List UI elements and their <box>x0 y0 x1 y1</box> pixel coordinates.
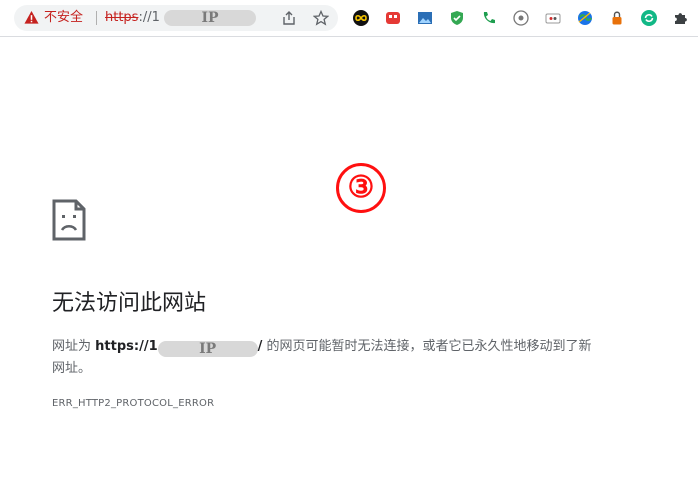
browser-toolbar: 不安全 https://1 IP <box>0 0 698 37</box>
share-icon[interactable] <box>281 10 297 26</box>
url-scheme: https <box>105 10 139 25</box>
message-line2: 网址。 <box>52 361 92 376</box>
error-url: https://1 IP / <box>95 339 262 357</box>
warning-triangle-icon[interactable] <box>24 10 39 25</box>
card-icon[interactable] <box>545 10 561 26</box>
error-title: 无法访问此网站 <box>52 291 207 316</box>
star-icon[interactable] <box>313 10 329 26</box>
sad-document-icon <box>52 199 86 241</box>
annotation-number: ③ <box>336 163 386 213</box>
address-bar[interactable]: 不安全 https://1 IP <box>14 5 338 31</box>
phone-icon[interactable] <box>481 10 497 26</box>
infinity-icon[interactable] <box>353 10 369 26</box>
shield-icon[interactable] <box>449 10 465 26</box>
ip-redaction: IP <box>157 341 258 357</box>
ip-redaction: IP <box>164 10 256 26</box>
url-text[interactable]: https://1 <box>105 9 160 27</box>
image-extension-icon[interactable] <box>417 10 433 26</box>
puzzle-icon[interactable] <box>673 10 689 26</box>
message-line1-rest: 的网页可能暂时无法连接，或者它已永久性地移动到了新 <box>262 339 592 354</box>
lock-icon[interactable] <box>609 10 625 26</box>
globe-icon[interactable] <box>577 10 593 26</box>
settings-icon[interactable] <box>513 10 529 26</box>
not-secure-label[interactable]: 不安全 <box>44 9 83 27</box>
refresh-icon[interactable] <box>641 10 657 26</box>
omnibox-separator <box>96 11 97 25</box>
error-url-prefix: https://1 <box>95 339 158 354</box>
error-message: 网址为 https://1 IP / 的网页可能暂时无法连接，或者它已永久性地移动到… <box>52 336 662 380</box>
url-host: ://1 <box>138 10 160 25</box>
error-code: ERR_HTTP2_PROTOCOL_ERROR <box>52 398 215 409</box>
message-prefix: 网址为 <box>52 339 96 354</box>
red-extension-icon[interactable] <box>385 10 401 26</box>
